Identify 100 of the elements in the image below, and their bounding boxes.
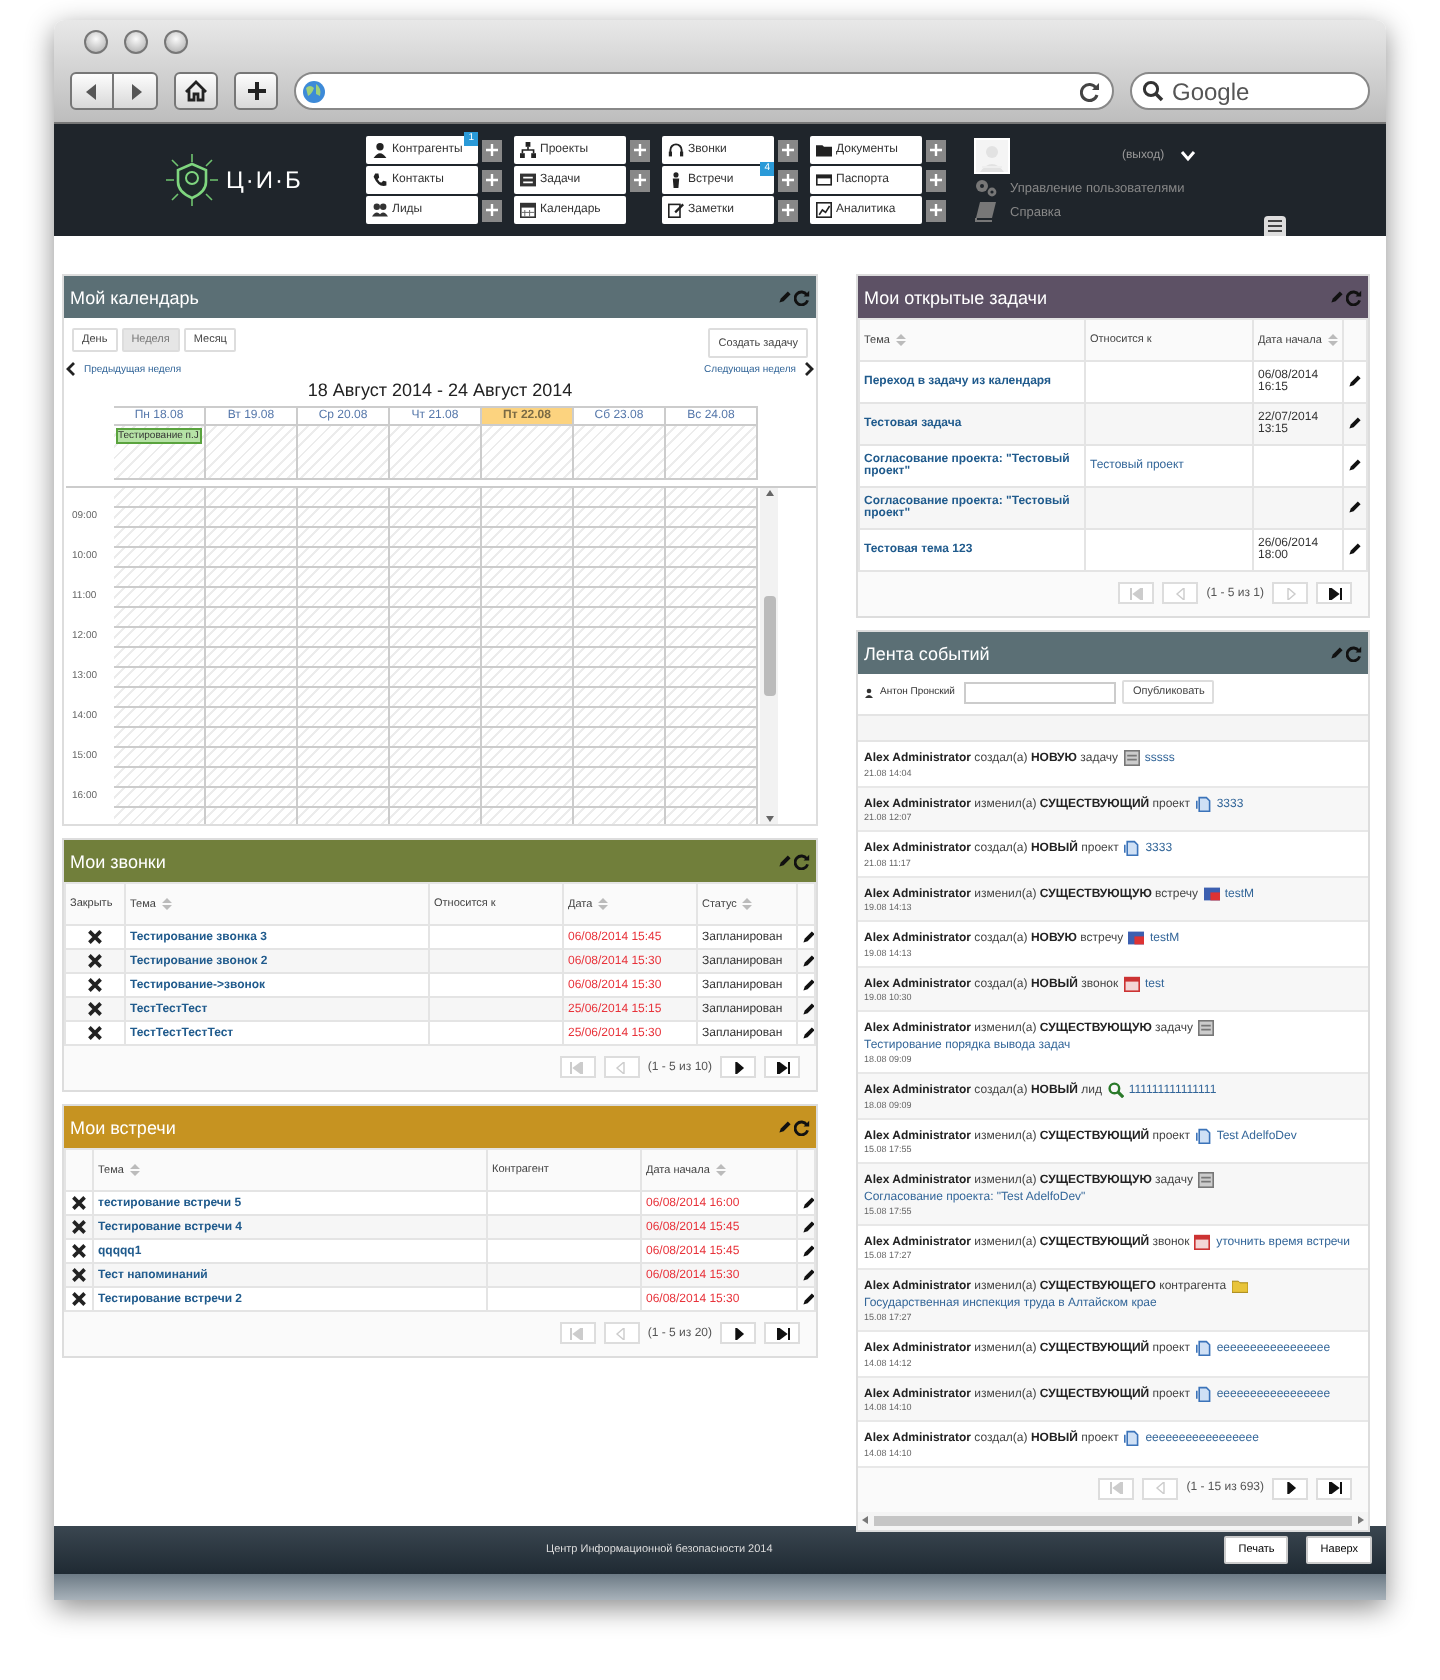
calendar-cell[interactable] bbox=[666, 528, 758, 548]
all-day-cell[interactable] bbox=[206, 426, 298, 480]
post-field[interactable] bbox=[964, 681, 1117, 703]
calendar-cell[interactable] bbox=[390, 528, 482, 548]
calendar-cell[interactable] bbox=[390, 568, 482, 588]
calendar-cell[interactable] bbox=[666, 748, 758, 768]
calendar-cell[interactable] bbox=[114, 768, 206, 788]
calendar-cell[interactable] bbox=[206, 748, 298, 768]
calendar-cell[interactable] bbox=[114, 788, 206, 808]
calendar-cell[interactable] bbox=[574, 608, 666, 628]
calendar-cell[interactable] bbox=[298, 648, 390, 668]
calendar-cell[interactable] bbox=[482, 548, 574, 568]
calendar-cell[interactable] bbox=[666, 808, 758, 824]
calendar-cell[interactable] bbox=[482, 788, 574, 808]
close-icon[interactable] bbox=[88, 977, 102, 992]
calendar-cell[interactable] bbox=[206, 728, 298, 748]
add-button[interactable] bbox=[482, 139, 502, 161]
calendar-cell[interactable] bbox=[206, 688, 298, 708]
calendar-cell[interactable] bbox=[390, 748, 482, 768]
calendar-cell[interactable] bbox=[390, 728, 482, 748]
sort-icon[interactable] bbox=[129, 1163, 140, 1176]
calendar-cell[interactable] bbox=[482, 488, 574, 508]
calendar-cell[interactable] bbox=[482, 768, 574, 788]
calendar-cell[interactable] bbox=[574, 528, 666, 548]
calendar-cell[interactable] bbox=[298, 668, 390, 688]
search-field[interactable]: Google bbox=[1130, 72, 1370, 110]
add-button[interactable] bbox=[630, 169, 650, 191]
back-button[interactable] bbox=[70, 72, 114, 110]
calendar-cell[interactable] bbox=[482, 648, 574, 668]
calendar-cell[interactable] bbox=[666, 768, 758, 788]
calendar-cell[interactable] bbox=[574, 508, 666, 528]
next-page-button[interactable] bbox=[720, 1322, 756, 1344]
sort-icon[interactable] bbox=[715, 1163, 726, 1176]
calendar-cell[interactable] bbox=[298, 528, 390, 548]
calendar-cell[interactable] bbox=[574, 688, 666, 708]
close-icon[interactable] bbox=[88, 953, 102, 968]
calendar-cell[interactable] bbox=[574, 768, 666, 788]
calendar-cell[interactable] bbox=[666, 648, 758, 668]
calendar-cell[interactable] bbox=[390, 588, 482, 608]
calendar-cell[interactable] bbox=[574, 628, 666, 648]
calendar-cell[interactable] bbox=[482, 608, 574, 628]
new-tab-button[interactable] bbox=[234, 72, 278, 110]
close-icon[interactable] bbox=[88, 929, 102, 944]
add-button[interactable] bbox=[926, 139, 946, 161]
calendar-cell[interactable] bbox=[206, 668, 298, 688]
calendar-cell[interactable] bbox=[574, 748, 666, 768]
add-button[interactable] bbox=[926, 199, 946, 221]
calendar-cell[interactable] bbox=[666, 508, 758, 528]
pencil-icon[interactable] bbox=[778, 1120, 792, 1134]
menu-button[interactable] bbox=[1264, 216, 1286, 236]
calendar-cell[interactable] bbox=[482, 588, 574, 608]
add-button[interactable] bbox=[926, 169, 946, 191]
pencil-icon[interactable] bbox=[1348, 416, 1362, 431]
calendar-cell[interactable] bbox=[574, 668, 666, 688]
add-button[interactable] bbox=[778, 169, 798, 191]
calendar-cell[interactable] bbox=[206, 648, 298, 668]
calendar-cell[interactable] bbox=[666, 608, 758, 628]
next-page-button[interactable] bbox=[720, 1056, 756, 1078]
calendar-cell[interactable] bbox=[114, 808, 206, 824]
calendar-cell[interactable] bbox=[298, 768, 390, 788]
calendar-cell[interactable] bbox=[114, 528, 206, 548]
calendar-cell[interactable] bbox=[482, 628, 574, 648]
calendar-cell[interactable] bbox=[482, 528, 574, 548]
calendar-cell[interactable] bbox=[206, 608, 298, 628]
reload-icon[interactable] bbox=[1080, 81, 1100, 101]
calendar-cell[interactable] bbox=[482, 808, 574, 824]
calendar-cell[interactable] bbox=[666, 628, 758, 648]
calendar-cell[interactable] bbox=[390, 808, 482, 824]
add-button[interactable] bbox=[482, 169, 502, 191]
calendar-cell[interactable] bbox=[666, 708, 758, 728]
all-day-cell[interactable] bbox=[574, 426, 666, 480]
sort-icon[interactable] bbox=[598, 897, 609, 910]
forward-button[interactable] bbox=[114, 72, 158, 110]
sort-icon[interactable] bbox=[1327, 333, 1338, 346]
calendar-cell[interactable] bbox=[206, 528, 298, 548]
calendar-cell[interactable] bbox=[206, 808, 298, 824]
calendar-cell[interactable] bbox=[482, 668, 574, 688]
calendar-cell[interactable] bbox=[574, 708, 666, 728]
calendar-cell[interactable] bbox=[298, 508, 390, 528]
calendar-cell[interactable] bbox=[298, 788, 390, 808]
close-icon[interactable] bbox=[72, 1291, 86, 1306]
calendar-cell[interactable] bbox=[114, 588, 206, 608]
refresh-icon[interactable] bbox=[794, 1119, 810, 1135]
next-page-button[interactable] bbox=[1272, 1477, 1308, 1500]
calendar-cell[interactable] bbox=[298, 688, 390, 708]
calendar-cell[interactable] bbox=[298, 568, 390, 588]
calendar-cell[interactable] bbox=[114, 548, 206, 568]
close-icon[interactable] bbox=[72, 1195, 86, 1210]
refresh-icon[interactable] bbox=[794, 853, 810, 869]
calendar-cell[interactable] bbox=[390, 688, 482, 708]
address-field[interactable] bbox=[294, 72, 1114, 110]
calendar-cell[interactable] bbox=[482, 748, 574, 768]
refresh-icon[interactable] bbox=[1346, 645, 1362, 661]
calendar-cell[interactable] bbox=[114, 728, 206, 748]
all-day-cell[interactable] bbox=[298, 426, 390, 480]
calendar-cell[interactable] bbox=[298, 708, 390, 728]
calendar-cell[interactable] bbox=[298, 748, 390, 768]
left-arrow-icon[interactable] bbox=[862, 1516, 868, 1525]
calendar-cell[interactable] bbox=[482, 508, 574, 528]
zoom-window-button[interactable] bbox=[164, 30, 188, 54]
